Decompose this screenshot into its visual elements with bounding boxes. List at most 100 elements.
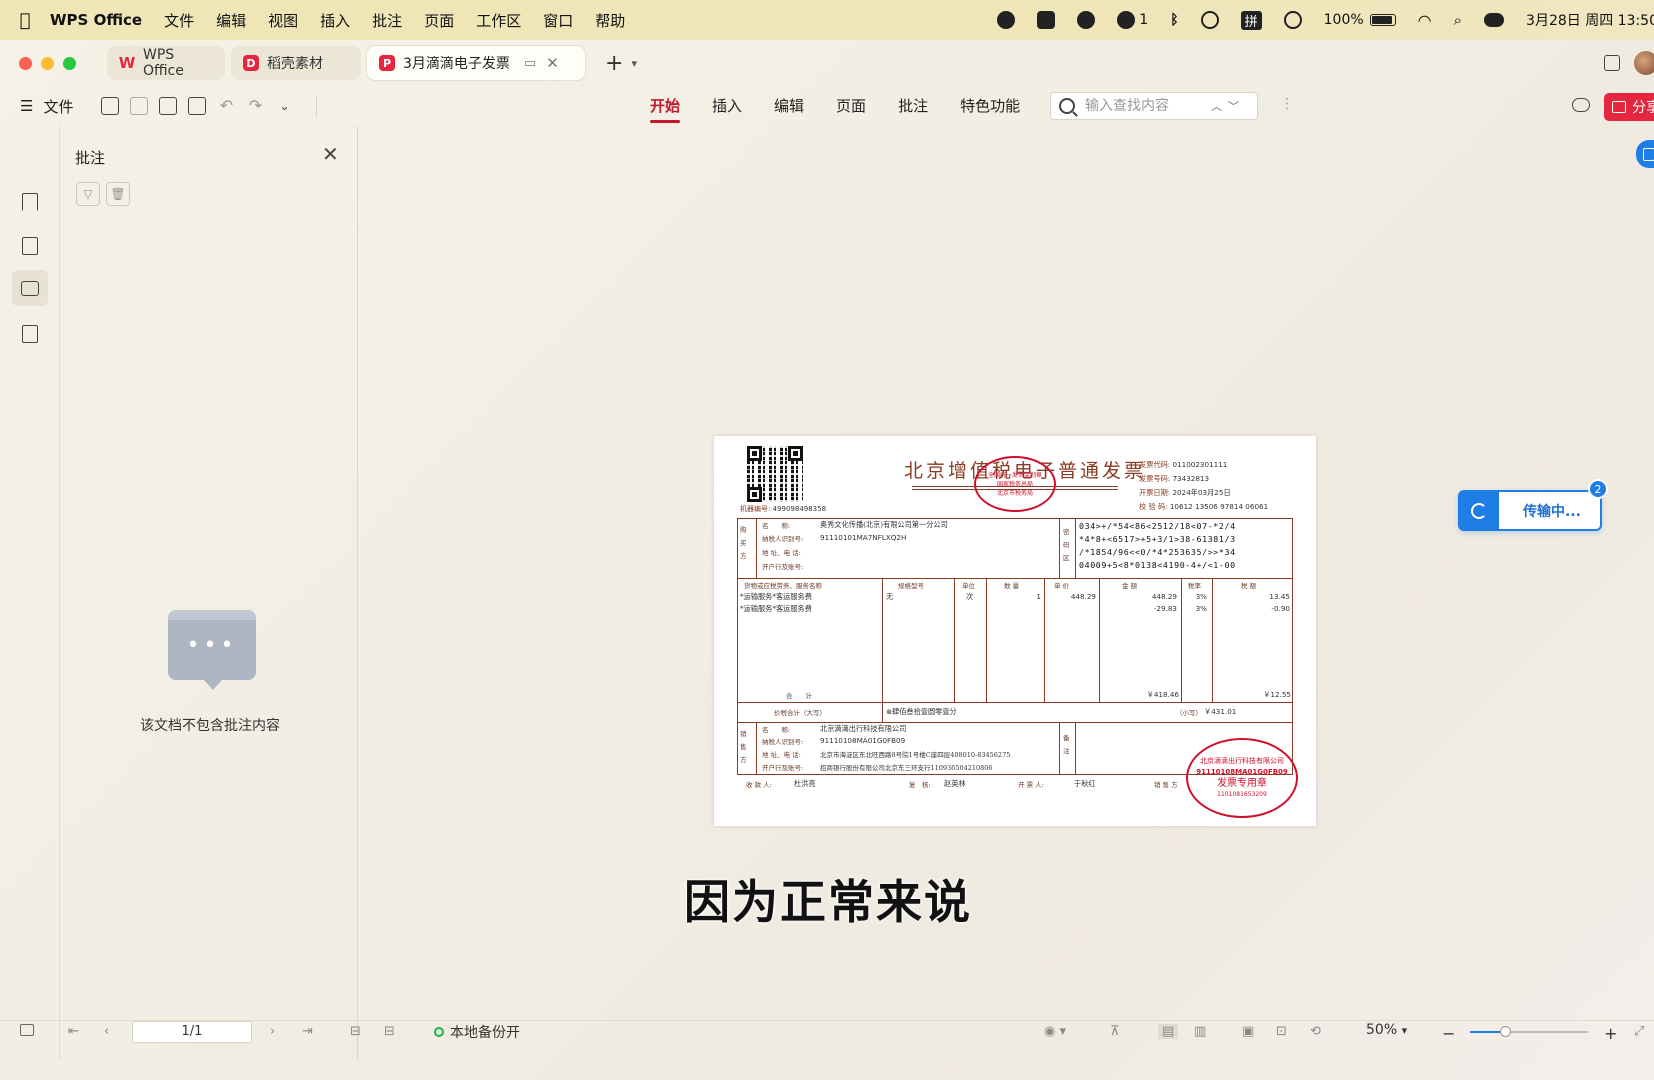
back-view-icon[interactable]: ⊟: [350, 1024, 361, 1039]
share-label: 分享: [1632, 100, 1654, 116]
find-next-icon[interactable]: ﹀: [1228, 98, 1239, 114]
shortcut-app-icon[interactable]: [1037, 11, 1056, 29]
menu-help[interactable]: 帮助: [595, 10, 625, 31]
invoice-number: 73432813: [1172, 474, 1210, 483]
file-menu-button[interactable]: ☰ 文件: [20, 96, 73, 117]
zoom-window-button[interactable]: [63, 56, 76, 70]
ribbon-tab-special-features[interactable]: 特色功能: [960, 86, 1020, 126]
fullscreen-icon[interactable]: ⤢: [1634, 1024, 1644, 1039]
user-avatar[interactable]: [1634, 51, 1654, 75]
record-icon[interactable]: [997, 11, 1016, 29]
undo-icon[interactable]: ↶: [217, 97, 235, 115]
control-center-icon[interactable]: [1484, 13, 1505, 27]
menu-annotate[interactable]: 批注: [372, 10, 402, 31]
open-folder-icon[interactable]: [101, 97, 120, 115]
menu-window[interactable]: 窗口: [543, 10, 573, 31]
wechat-count: 1: [1139, 12, 1149, 28]
share-button[interactable]: 分享: [1604, 93, 1654, 121]
link-app-icon[interactable]: [1077, 11, 1096, 29]
cloud-sync-icon[interactable]: [1572, 98, 1590, 112]
app-menu-name[interactable]: WPS Office: [50, 11, 142, 29]
prev-page-icon[interactable]: ‹: [104, 1024, 109, 1039]
single-page-icon[interactable]: ▤: [1158, 1024, 1179, 1039]
apple-menu-icon[interactable]: : [0, 10, 50, 31]
menu-bar-clock[interactable]: 3月28日 周四 13:50: [1526, 10, 1654, 30]
delete-icon[interactable]: 🗑: [106, 182, 130, 206]
wifi-icon[interactable]: ◠: [1418, 11, 1432, 30]
annotation-panel-button[interactable]: [12, 270, 48, 306]
document-canvas[interactable]: 北京增值税电子普通发票 全国统一发票监制章 国家税务总局 北京市税务局 发票代码…: [358, 126, 1654, 1060]
wechat-status[interactable]: 1: [1117, 11, 1148, 29]
table-rule: [737, 722, 1293, 723]
print-icon[interactable]: [188, 97, 207, 115]
more-options-icon[interactable]: ⋮: [1280, 96, 1294, 112]
minimize-window-button[interactable]: [41, 56, 54, 70]
attachments-panel-button[interactable]: [18, 322, 42, 346]
bluetooth-icon[interactable]: ᛒ: [1170, 12, 1178, 28]
save-icon[interactable]: [130, 97, 149, 115]
more-tools-chevron-icon[interactable]: ⌄: [275, 97, 293, 115]
find-search-input[interactable]: [1085, 98, 1205, 114]
zoom-level[interactable]: 50% ▾: [1366, 1022, 1407, 1038]
ribbon-tab-edit[interactable]: 编辑: [774, 86, 804, 126]
user-icon[interactable]: [1283, 11, 1302, 29]
redo-icon[interactable]: ↷: [246, 97, 264, 115]
sidebar-toggle-icon[interactable]: [20, 1024, 34, 1036]
ribbon-tab-annotate[interactable]: 批注: [898, 86, 928, 126]
double-page-icon[interactable]: ▥: [1194, 1024, 1206, 1039]
ribbon-tab-page[interactable]: 页面: [836, 86, 866, 126]
invoice-special-seal: 北京滴滴出行科技有限公司 91110108MA01G0FB09 发票专用章 11…: [1186, 738, 1298, 818]
airdrop-icon[interactable]: [1200, 11, 1219, 29]
wechat-icon: [1117, 11, 1136, 29]
first-page-icon[interactable]: ⇤: [68, 1024, 79, 1039]
zoom-in-icon[interactable]: +: [1604, 1024, 1617, 1043]
ribbon-tabs: 开始 插入 编辑 页面 批注 特色功能: [650, 86, 1052, 126]
print-preview-icon[interactable]: [159, 97, 178, 115]
input-method-indicator[interactable]: 拼: [1240, 10, 1262, 30]
transfer-status-widget[interactable]: 传输中... 2: [1458, 479, 1608, 531]
menu-page[interactable]: 页面: [424, 10, 454, 31]
total-amount: ￥418.46: [1146, 690, 1179, 699]
last-page-icon[interactable]: ⇥: [302, 1024, 313, 1039]
zoom-out-icon[interactable]: −: [1442, 1024, 1455, 1043]
side-tool-icon[interactable]: [1636, 140, 1654, 168]
forward-view-icon[interactable]: ⊟: [384, 1024, 395, 1039]
menu-workspace[interactable]: 工作区: [476, 10, 521, 31]
battery-status[interactable]: 100%: [1324, 12, 1396, 28]
tab-docer-materials[interactable]: D 稻壳素材: [231, 46, 361, 80]
cipher-area: 034>+/*54<86<2512/18<07-*2/4 *4*8+<6517>…: [1079, 520, 1236, 572]
grand-total-label: 价税合计（大写）: [774, 709, 826, 717]
bookmark-panel-button[interactable]: [18, 190, 42, 214]
invoice-code: 011002301111: [1172, 460, 1228, 469]
close-window-button[interactable]: [19, 56, 32, 70]
layout-toggle-icon[interactable]: [1604, 55, 1620, 71]
new-tab-plus-icon[interactable]: +: [605, 51, 623, 76]
fit-page-icon[interactable]: ⊡: [1276, 1024, 1287, 1039]
thumbnail-panel-button[interactable]: [18, 234, 42, 258]
filter-icon[interactable]: ▽: [76, 182, 100, 206]
spotlight-search-icon[interactable]: ⌕: [1454, 11, 1462, 29]
find-prev-icon[interactable]: ︿: [1211, 98, 1222, 114]
tab-screen-icon[interactable]: ▭: [524, 56, 536, 71]
menu-edit[interactable]: 编辑: [216, 10, 246, 31]
ribbon-tab-home[interactable]: 开始: [650, 86, 681, 126]
next-page-icon[interactable]: ›: [270, 1024, 275, 1039]
menu-file[interactable]: 文件: [164, 10, 194, 31]
eye-protection-icon[interactable]: ◉ ▾: [1044, 1024, 1066, 1039]
book-view-icon[interactable]: ▣: [1242, 1024, 1254, 1039]
wps-window: W WPS Office D 稻壳素材 P 3月滴滴电子发票 ▭ ✕ + ▾ ☰…: [0, 40, 1654, 1080]
ribbon-tab-insert[interactable]: 插入: [712, 86, 742, 126]
tab-invoice-document[interactable]: P 3月滴滴电子发票 ▭ ✕: [367, 46, 585, 80]
zoom-slider-knob[interactable]: [1500, 1026, 1512, 1037]
local-backup-status[interactable]: 本地备份开: [434, 1022, 520, 1042]
tab-close-icon[interactable]: ✕: [546, 54, 559, 72]
rotate-icon[interactable]: ⟲: [1310, 1024, 1321, 1039]
menu-view[interactable]: 视图: [268, 10, 298, 31]
new-tab-dropdown-icon[interactable]: ▾: [631, 57, 637, 70]
menu-insert[interactable]: 插入: [320, 10, 350, 31]
fit-width-icon[interactable]: ⊼: [1110, 1024, 1120, 1039]
find-search-box[interactable]: ︿ ﹀: [1050, 92, 1258, 120]
panel-close-icon[interactable]: ✕: [322, 142, 339, 166]
tab-wps-office[interactable]: W WPS Office: [107, 46, 225, 80]
page-number-field[interactable]: 1/1: [132, 1021, 252, 1043]
